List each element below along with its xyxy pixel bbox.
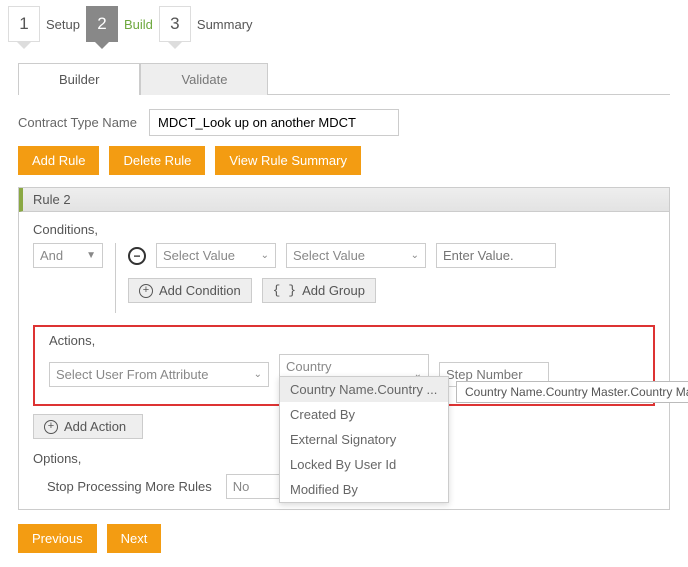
step-label: Setup	[46, 17, 80, 32]
contract-type-input[interactable]	[149, 109, 399, 136]
next-button[interactable]: Next	[107, 524, 162, 553]
tab-validate[interactable]: Validate	[140, 63, 268, 95]
wizard-step-1[interactable]: 1 Setup	[8, 6, 80, 42]
nav-button-row: Previous Next	[0, 510, 688, 567]
dropdown-item[interactable]: Modified By	[280, 477, 448, 502]
contract-type-label: Contract Type Name	[18, 115, 137, 130]
dropdown-item[interactable]: Country Name.Country ...	[280, 377, 448, 402]
dropdown-item[interactable]: Created By	[280, 402, 448, 427]
contract-type-row: Contract Type Name	[0, 95, 688, 146]
condition-value-input[interactable]	[436, 243, 556, 268]
tooltip: Country Name.Country Master.Country Mana…	[456, 381, 688, 403]
actions-label: Actions,	[49, 333, 639, 348]
chevron-down-icon: ⌄	[411, 250, 419, 261]
dropdown-item[interactable]: Locked By User Id	[280, 452, 448, 477]
step-number: 2	[86, 6, 118, 42]
dropdown-item[interactable]: External Signatory	[280, 427, 448, 452]
wizard-steps: 1 Setup 2 Build 3 Summary	[0, 0, 688, 52]
rule-panel: Rule 2 Conditions, And ▼ − Select Value …	[18, 187, 670, 510]
wizard-step-2[interactable]: 2 Build	[86, 6, 153, 42]
step-label: Build	[124, 17, 153, 32]
action-type-select[interactable]: Select User From Attribute ⌄	[49, 362, 269, 387]
actions-section: Actions, Select User From Attribute ⌄ Co…	[33, 325, 655, 406]
condition-operator-select[interactable]: Select Value ⌄	[286, 243, 426, 268]
plus-icon: +	[44, 420, 58, 434]
previous-button[interactable]: Previous	[18, 524, 97, 553]
logic-value: And	[40, 248, 63, 263]
tab-bar: Builder Validate	[18, 62, 670, 95]
delete-rule-button[interactable]: Delete Rule	[109, 146, 205, 175]
view-rule-summary-button[interactable]: View Rule Summary	[215, 146, 361, 175]
braces-icon: { }	[273, 283, 296, 298]
tab-builder[interactable]: Builder	[18, 63, 140, 95]
divider	[115, 243, 116, 313]
chevron-down-icon: ⌄	[261, 250, 269, 261]
plus-icon: +	[139, 284, 153, 298]
add-condition-button[interactable]: + Add Condition	[128, 278, 252, 303]
rule-header[interactable]: Rule 2	[19, 188, 669, 212]
step-label: Summary	[197, 17, 253, 32]
step-number: 1	[8, 6, 40, 42]
conditions-label: Conditions,	[33, 222, 655, 237]
stop-processing-label: Stop Processing More Rules	[47, 479, 212, 494]
chevron-down-icon: ▼	[86, 250, 96, 261]
add-rule-button[interactable]: Add Rule	[18, 146, 99, 175]
condition-field-select[interactable]: Select Value ⌄	[156, 243, 276, 268]
remove-condition-icon[interactable]: −	[128, 247, 146, 265]
logic-select[interactable]: And ▼	[33, 243, 103, 268]
add-group-button[interactable]: { } Add Group	[262, 278, 376, 303]
wizard-step-3[interactable]: 3 Summary	[159, 6, 253, 42]
rule-button-row: Add Rule Delete Rule View Rule Summary	[0, 146, 688, 187]
attribute-dropdown: Country Name.Country ... Created By Exte…	[279, 376, 449, 503]
add-action-button[interactable]: + Add Action	[33, 414, 143, 439]
chevron-down-icon: ⌄	[254, 369, 262, 380]
step-number: 3	[159, 6, 191, 42]
